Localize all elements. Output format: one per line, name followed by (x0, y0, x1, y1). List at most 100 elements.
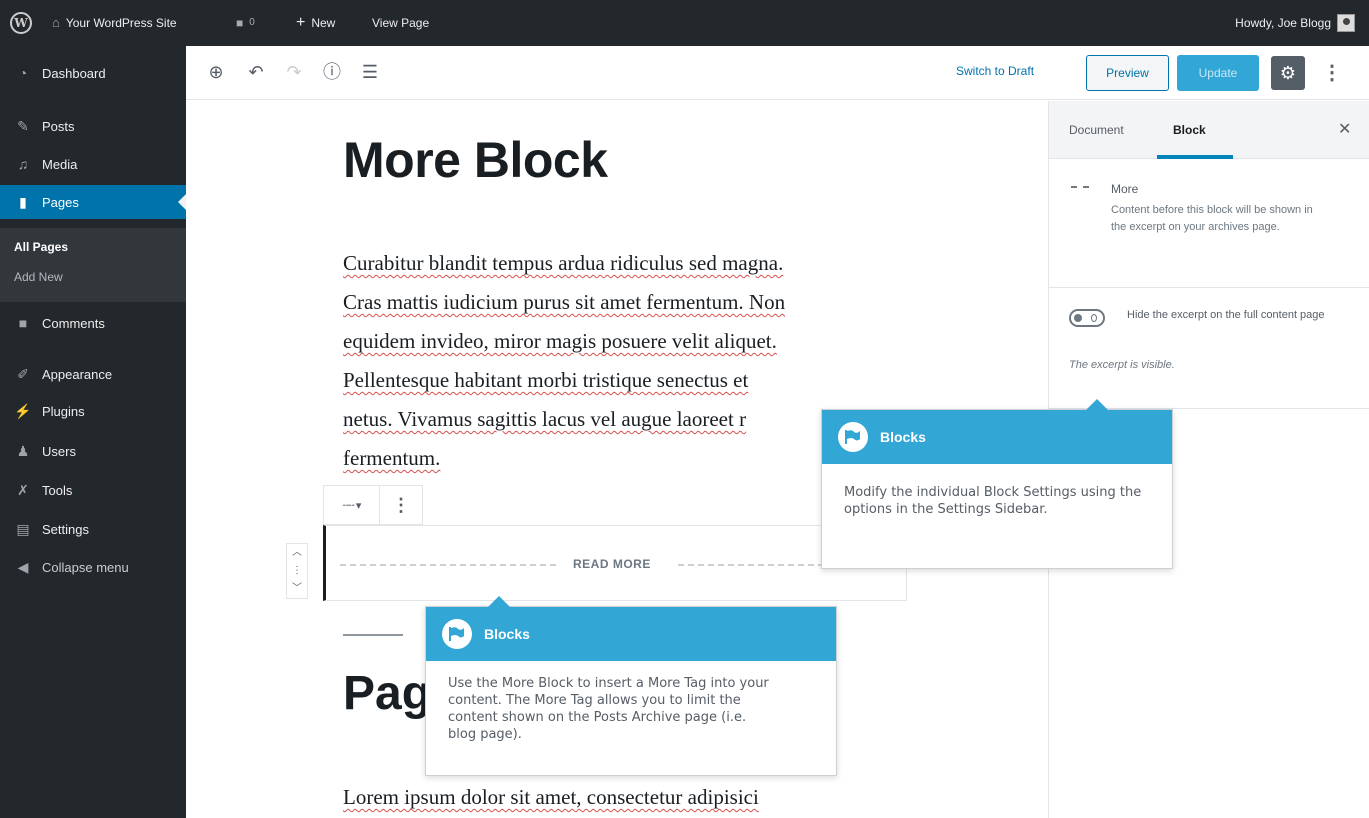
block-card-title: More (1111, 182, 1139, 196)
tooltip-arrow (1086, 399, 1108, 410)
sidebar-item-posts[interactable]: ✎ Posts (0, 109, 186, 143)
preview-button[interactable]: Preview (1086, 55, 1169, 91)
drag-handle-icon[interactable]: ⋮ (287, 562, 307, 580)
more-block-icon (1071, 186, 1089, 188)
wordpress-logo-icon[interactable]: W (10, 0, 32, 46)
pages-submenu: All Pages Add New (0, 228, 186, 302)
tab-document[interactable]: Document (1069, 123, 1124, 137)
sidebar-item-label: Tools (42, 482, 73, 498)
tooltip-header: Blocks (426, 607, 836, 661)
flag-icon (838, 422, 868, 452)
home-icon: ⌂ (52, 15, 60, 30)
sidebar-item-pages[interactable]: ▮ Pages (0, 185, 186, 219)
view-page-link[interactable]: View Page (372, 0, 429, 46)
comments-count: 0 (249, 17, 255, 28)
more-block-tooltip: Blocks Use the More Block to insert a Mo… (425, 596, 837, 776)
flag-icon (442, 619, 472, 649)
post-title[interactable]: More Block (343, 131, 608, 189)
pages-icon: ▮ (19, 193, 27, 210)
move-down-icon[interactable]: ﹀ (287, 580, 307, 598)
sidebar-item-label: Users (42, 443, 76, 459)
switch-to-draft-link[interactable]: Switch to Draft (956, 64, 1034, 78)
sidebar-item-tools[interactable]: ✗ Tools (0, 473, 186, 507)
pin-icon: ✎ (17, 117, 29, 134)
block-navigation-icon[interactable]: ☰ (358, 60, 382, 84)
site-name: Your WordPress Site (65, 16, 177, 30)
hide-excerpt-toggle[interactable] (1069, 309, 1105, 327)
sidebar-item-media[interactable]: ♫ Media (0, 147, 186, 181)
dashboard-icon: ◔ (18, 65, 28, 81)
more-block[interactable]: READ MORE (323, 525, 907, 601)
settings-gear-icon[interactable]: ⚙ (1271, 56, 1305, 90)
sidebar-item-label: Settings (42, 521, 89, 537)
paragraph-block-2[interactable]: Lorem ipsum dolor sit amet, consectetur … (343, 785, 759, 810)
sidebar-item-label: Media (42, 156, 78, 172)
view-page-label: View Page (372, 16, 430, 30)
media-icon: ♫ (17, 156, 29, 172)
block-more-options-icon[interactable]: ⋮ (380, 486, 422, 524)
tooltip-header: Blocks (822, 410, 1172, 464)
sidebar-item-label: Appearance (42, 366, 113, 382)
more-options-icon[interactable]: ⋮ (1322, 60, 1342, 86)
paragraph-line: fermentum. (343, 446, 441, 470)
settings-tooltip: Blocks Modify the individual Block Setti… (821, 399, 1173, 569)
sidebar-item-users[interactable]: ♟ Users (0, 434, 186, 468)
excerpt-toggle-panel: Hide the excerpt on the full content pag… (1049, 289, 1369, 409)
howdy-label: Howdy, Joe Blogg (1235, 16, 1331, 30)
settings-icon: ▤ (16, 520, 30, 537)
block-type-switcher[interactable]: ╌╌ ▾ (324, 486, 380, 524)
separator-block[interactable] (343, 634, 403, 636)
submenu-all-pages[interactable]: All Pages (14, 240, 68, 254)
plus-icon: + (296, 14, 306, 31)
paragraph-block[interactable]: Curabitur blandit tempus ardua ridiculus… (343, 244, 903, 478)
tooltip-title: Blocks (880, 429, 926, 445)
paragraph-line: netus. Vivamus sagittis lacus vel augue … (343, 407, 747, 431)
add-block-icon[interactable]: ⊕ (204, 60, 228, 84)
new-label: New (311, 16, 336, 30)
sidebar-item-dashboard[interactable]: ◔ Dashboard (0, 56, 186, 90)
comments-link[interactable]: ■ 0 (236, 0, 255, 46)
site-name-link[interactable]: ⌂ Your WordPress Site (52, 0, 177, 46)
admin-sidebar: ◔ Dashboard ✎ Posts ♫ Media ▮ Pages All … (0, 46, 186, 818)
comment-bubble-icon: ■ (236, 16, 244, 30)
heading-block[interactable]: Pag (343, 666, 431, 721)
plug-icon: ⚡ (14, 402, 32, 419)
tab-block[interactable]: Block (1173, 123, 1206, 137)
undo-icon[interactable]: ↶ (244, 60, 268, 84)
toggle-knob (1074, 314, 1082, 322)
block-mover: ︿ ⋮ ﹀ (286, 543, 308, 599)
paragraph-line: Pellentesque habitant morbi tristique se… (343, 368, 749, 392)
update-button[interactable]: Update (1177, 55, 1259, 91)
paragraph-text: Lorem ipsum dolor sit amet, consectetur … (343, 785, 759, 809)
sidebar-item-appearance[interactable]: ✐ Appearance (0, 357, 186, 391)
sidebar-item-label: Posts (42, 118, 75, 134)
sidebar-item-label: Dashboard (42, 65, 106, 81)
sidebar-item-plugins[interactable]: ⚡ Plugins (0, 394, 186, 428)
tooltip-title: Blocks (484, 626, 530, 642)
info-icon[interactable]: ⓘ (320, 60, 344, 84)
users-icon: ♟ (16, 442, 30, 459)
new-content-link[interactable]: + New (296, 0, 335, 46)
block-card-description: Content before this block will be shown … (1111, 204, 1313, 233)
submenu-add-new[interactable]: Add New (14, 270, 63, 284)
toggle-off-indicator (1091, 314, 1097, 322)
tooltip-body: Modify the individual Block Settings usi… (844, 485, 1142, 517)
account-menu[interactable]: Howdy, Joe Blogg (1235, 0, 1355, 46)
paragraph-line: equidem invideo, miror magis posuere vel… (343, 329, 777, 353)
comment-icon: ■ (18, 315, 28, 331)
editor-toolbar: ⊕ ↶ ↷ ⓘ ☰ Switch to Draft Preview Update… (186, 46, 1369, 100)
tooltip-body: Use the More Block to insert a More Tag … (448, 676, 769, 742)
admin-bar: W ⌂ Your WordPress Site ■ 0 + New View P… (0, 0, 1369, 46)
close-icon[interactable]: ✕ (1338, 119, 1351, 139)
sidebar-item-comments[interactable]: ■ Comments (0, 306, 186, 340)
redo-icon[interactable]: ↷ (282, 60, 306, 84)
move-up-icon[interactable]: ︿ (287, 544, 307, 562)
sidebar-item-label: Comments (42, 315, 105, 331)
active-tab-indicator (1157, 155, 1233, 159)
brush-icon: ✐ (17, 365, 29, 382)
settings-tabs: Document Block ✕ (1049, 101, 1369, 159)
collapse-menu-button[interactable]: ◀ Collapse menu (0, 550, 186, 584)
read-more-label[interactable]: READ MORE (573, 557, 651, 571)
sidebar-item-settings[interactable]: ▤ Settings (0, 512, 186, 546)
paragraph-line: Curabitur blandit tempus ardua ridiculus… (343, 251, 784, 275)
